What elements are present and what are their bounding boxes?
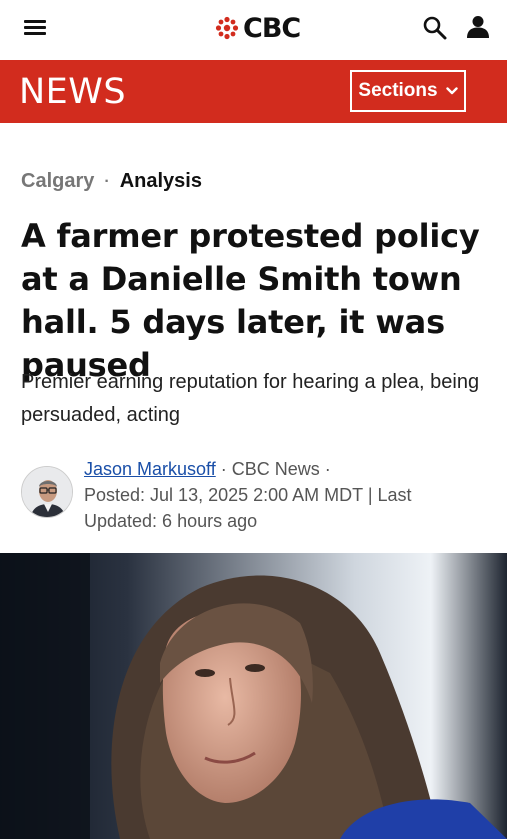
cbc-logo[interactable]: CBC <box>215 12 301 44</box>
logo-text: CBC <box>243 12 301 44</box>
author-photo <box>22 467 72 517</box>
user-icon[interactable] <box>465 14 491 40</box>
breadcrumb-separator: · <box>104 172 110 190</box>
news-section-bar: NEWS Sections <box>0 60 507 123</box>
chevron-down-icon <box>445 87 458 95</box>
sections-button[interactable]: Sections <box>350 70 466 112</box>
byline: Jason Markusoff · CBC News · Posted: Jul… <box>21 456 491 536</box>
byline-separator-2: · <box>324 459 331 479</box>
article-subheadline: Premier earning reputation for hearing a… <box>21 371 480 426</box>
sections-label: Sections <box>358 80 438 101</box>
byline-text: Jason Markusoff · CBC News · Posted: Jul… <box>84 456 484 534</box>
breadcrumb-location[interactable]: Calgary <box>21 170 94 193</box>
hamburger-menu-icon[interactable] <box>24 18 48 38</box>
news-label[interactable]: NEWS <box>19 72 126 112</box>
author-link[interactable]: Jason Markusoff <box>84 459 216 479</box>
hero-image[interactable] <box>0 553 507 839</box>
hero-photo <box>0 553 507 839</box>
article-headline: A farmer protested policy at a Danielle … <box>21 217 480 384</box>
outlet-name: CBC News <box>231 459 320 479</box>
posted-timestamp: Posted: Jul 13, 2025 2:00 AM MDT | Last … <box>84 485 412 531</box>
cbc-gem-icon <box>215 16 239 40</box>
top-bar: CBC <box>0 0 507 60</box>
article-type-label: Analysis <box>119 170 202 192</box>
author-avatar[interactable] <box>21 466 73 518</box>
search-icon[interactable] <box>422 15 448 41</box>
byline-separator: · <box>220 459 227 479</box>
breadcrumb: Calgary · Analysis <box>21 170 202 193</box>
